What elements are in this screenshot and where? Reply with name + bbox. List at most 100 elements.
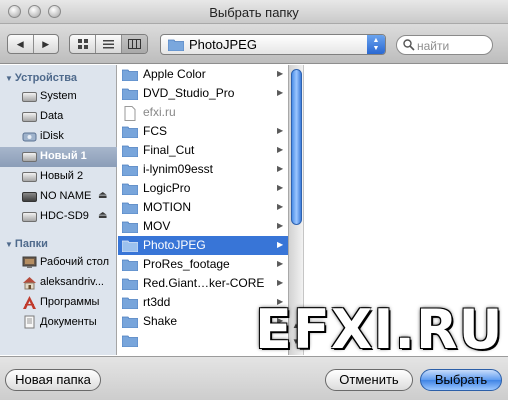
- folder-icon: [122, 240, 138, 252]
- disclosure-triangle-icon: ▼: [5, 74, 13, 83]
- sidebar: ▼ Устройства System Data iDisk Новый 1 Но…: [0, 65, 117, 355]
- path-popup-value: PhotoJPEG: [189, 37, 257, 52]
- list-item[interactable]: Apple Color ▶: [118, 65, 288, 84]
- item-name: PhotoJPEG: [143, 238, 206, 252]
- chevron-right-icon: ▶: [277, 69, 284, 78]
- chevron-right-icon: ▶: [277, 164, 284, 173]
- list-item[interactable]: DVD_Studio_Pro ▶: [118, 84, 288, 103]
- hard-disk-icon: [22, 92, 37, 102]
- folder-icon: [122, 335, 138, 347]
- cancel-button[interactable]: Отменить: [325, 369, 413, 391]
- history-navigation: ◀ ▶: [7, 34, 59, 54]
- sidebar-item-noviy-2[interactable]: Новый 2: [0, 167, 117, 187]
- chevron-right-icon: ▶: [277, 126, 284, 135]
- item-name: Shake: [143, 314, 178, 328]
- folder-icon: [122, 278, 138, 290]
- icon-view-icon: [77, 39, 88, 49]
- sidebar-item-documents[interactable]: Документы: [0, 313, 117, 333]
- back-arrow-icon: ◀: [16, 38, 24, 49]
- sidebar-section-places[interactable]: ▼ Папки: [5, 238, 48, 250]
- forward-button[interactable]: ▶: [34, 35, 59, 53]
- chevron-right-icon: ▶: [277, 259, 284, 268]
- folder-icon: [122, 221, 138, 233]
- search-field[interactable]: найти: [396, 35, 493, 55]
- sidebar-item-data[interactable]: Data: [0, 107, 117, 127]
- list-item[interactable]: Final_Cut ▶: [118, 141, 288, 160]
- sidebar-item-label: Новый 1: [40, 150, 87, 162]
- devices-header: Устройства: [14, 72, 78, 84]
- popup-arrows-icon: ▲ ▼: [367, 35, 385, 54]
- external-disk-icon: [22, 192, 37, 202]
- hard-disk-icon: [22, 152, 37, 162]
- item-name: FCS: [143, 124, 167, 138]
- sidebar-item-label: aleksandriv...: [40, 276, 104, 288]
- folder-icon: [122, 297, 138, 309]
- folder-icon: [122, 316, 138, 328]
- toolbar: ◀ ▶ PhotoJPEG ▲ ▼ найти: [0, 24, 508, 64]
- chevron-right-icon: ▶: [277, 221, 284, 230]
- path-popup[interactable]: PhotoJPEG ▲ ▼: [160, 34, 386, 55]
- chevron-right-icon: ▶: [277, 202, 284, 211]
- sidebar-item-label: Новый 2: [40, 170, 84, 182]
- choose-button[interactable]: Выбрать: [420, 369, 502, 391]
- item-name: LogicPro: [143, 181, 191, 195]
- sidebar-item-system[interactable]: System: [0, 87, 117, 107]
- sidebar-item-no-name[interactable]: NO NAME ⏏: [0, 187, 117, 207]
- eject-icon[interactable]: ⏏: [98, 190, 107, 201]
- list-item[interactable]: LogicPro ▶: [118, 179, 288, 198]
- sidebar-item-idisk[interactable]: iDisk: [0, 127, 117, 147]
- column-view-icon: [128, 39, 141, 49]
- sidebar-item-label: iDisk: [40, 130, 64, 142]
- back-button[interactable]: ◀: [8, 35, 34, 53]
- hard-disk-icon: [22, 112, 37, 122]
- sidebar-item-label: Программы: [40, 296, 100, 308]
- sidebar-item-label: System: [40, 90, 77, 102]
- places-header: Папки: [14, 238, 48, 250]
- chevron-right-icon: ▶: [277, 145, 284, 154]
- applications-icon: [23, 296, 36, 309]
- folder-icon: [122, 126, 138, 138]
- list-item[interactable]: MOTION ▶: [118, 198, 288, 217]
- sidebar-item-label: Data: [40, 110, 64, 122]
- sidebar-item-desktop[interactable]: Рабочий стол: [0, 253, 117, 273]
- sidebar-section-devices[interactable]: ▼ Устройства: [5, 72, 77, 84]
- new-folder-button[interactable]: Новая папка: [5, 369, 101, 391]
- chevron-right-icon: ▶: [277, 278, 284, 287]
- list-view-icon: [103, 39, 114, 48]
- icon-view-button[interactable]: [70, 35, 96, 53]
- sidebar-item-hdc-sd9[interactable]: HDC-SD9 ⏏: [0, 207, 117, 227]
- folder-icon: [122, 164, 138, 176]
- item-name: MOV: [143, 219, 171, 233]
- list-item[interactable]: efxi.ru: [118, 103, 288, 122]
- sidebar-item-label: NO NAME: [40, 190, 92, 202]
- eject-icon[interactable]: ⏏: [98, 210, 107, 221]
- item-name: Final_Cut: [143, 143, 195, 157]
- list-item[interactable]: FCS ▶: [118, 122, 288, 141]
- sidebar-item-label: Рабочий стол: [40, 256, 110, 268]
- column-view-button[interactable]: [122, 35, 147, 53]
- chevron-right-icon: ▶: [277, 183, 284, 192]
- folder-icon: [122, 88, 138, 100]
- list-item[interactable]: i-lynim09esst ▶: [118, 160, 288, 179]
- list-item[interactable]: Red.Giant…ker-CORE ▶: [118, 274, 288, 293]
- list-item[interactable]: MOV ▶: [118, 217, 288, 236]
- view-mode-switcher: [69, 34, 148, 54]
- sidebar-item-home[interactable]: aleksandriv...: [0, 273, 117, 293]
- list-item-selected[interactable]: PhotoJPEG ▶: [118, 236, 288, 255]
- search-icon: [403, 39, 415, 51]
- item-name: rt3dd: [143, 295, 171, 309]
- window-title-bar: Выбрать папку: [0, 0, 508, 24]
- folder-icon: [122, 183, 138, 195]
- item-name: i-lynim09esst: [143, 162, 214, 176]
- sidebar-item-applications[interactable]: Программы: [0, 293, 117, 313]
- item-name: DVD_Studio_Pro: [143, 86, 235, 100]
- list-view-button[interactable]: [96, 35, 122, 53]
- sidebar-item-noviy-1[interactable]: Новый 1: [0, 147, 117, 167]
- list-item[interactable]: ProRes_footage ▶: [118, 255, 288, 274]
- home-icon: [23, 277, 36, 290]
- external-disk-icon: [22, 212, 37, 222]
- scrollbar-thumb[interactable]: [291, 69, 302, 225]
- window-title: Выбрать папку: [209, 5, 299, 20]
- idisk-icon: [22, 132, 37, 142]
- sidebar-item-label: Документы: [40, 316, 97, 328]
